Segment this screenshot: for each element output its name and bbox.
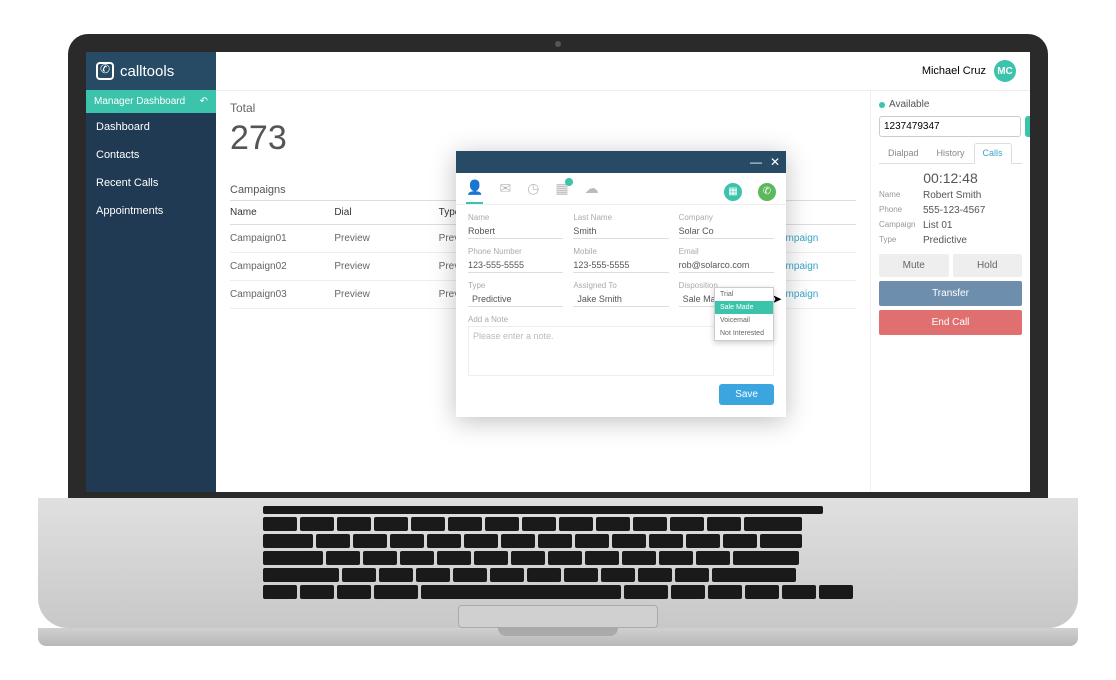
totals-label: Total [230, 101, 856, 115]
dropdown-item-not-interested[interactable]: Not Interested [715, 327, 773, 340]
company-label: Company [679, 213, 774, 222]
end-call-button[interactable]: End Call [879, 310, 1022, 335]
name-label: Name [468, 213, 563, 222]
name-field[interactable]: Robert [468, 224, 563, 239]
call-timer: 00:12:48 [879, 170, 1022, 186]
assigned-label: Assigned To [573, 281, 668, 290]
mail-icon[interactable]: ✉ [499, 180, 511, 203]
dial-input[interactable] [879, 116, 1021, 137]
cell-name: Campaign02 [230, 261, 334, 272]
kv-campaign-value: List 01 [923, 220, 952, 231]
col-dial: Dial [334, 207, 438, 218]
call-icon[interactable]: ✆ [758, 183, 776, 201]
transfer-button[interactable]: Transfer [879, 281, 1022, 306]
cell-name: Campaign01 [230, 233, 334, 244]
tab-history[interactable]: History [928, 143, 974, 163]
dropdown-item-trial[interactable]: Trial [715, 288, 773, 301]
cell-dial: Preview [334, 261, 438, 272]
nav-recent-calls[interactable]: Recent Calls [86, 169, 216, 197]
logo: calltools [86, 52, 216, 90]
mobile-field[interactable]: 123-555-5555 [573, 258, 668, 273]
avatar[interactable]: MC [994, 60, 1016, 82]
status-text: Available [889, 99, 929, 110]
schedule-icon[interactable]: ▦ [724, 183, 742, 201]
dropdown-item-voicemail[interactable]: Voicemail [715, 314, 773, 327]
call-panel: Available Call Dialpad History Calls 00:… [870, 91, 1030, 491]
kv-type-label: Type [879, 235, 923, 246]
kv-campaign-label: Campaign [879, 220, 923, 231]
brand-text: calltools [120, 63, 174, 80]
contact-modal: — ✕ 👤 ✉ ◷ ▦ ☁ ▦ [456, 151, 786, 417]
minimize-icon[interactable]: — [750, 155, 762, 169]
sidebar: calltools Manager Dashboard ↶ Dashboard … [86, 52, 216, 492]
phone-icon [96, 62, 114, 80]
assigned-select[interactable]: Jake Smith [573, 292, 668, 307]
lastname-field[interactable]: Smith [573, 224, 668, 239]
email-label: Email [679, 247, 774, 256]
kv-phone-value: 555-123-4567 [923, 205, 985, 216]
nav-appointments[interactable]: Appointments [86, 197, 216, 225]
cell-dial: Preview [334, 289, 438, 300]
user-name: Michael Cruz [922, 65, 986, 77]
kv-phone-label: Phone [879, 205, 923, 216]
type-label: Type [468, 281, 563, 290]
company-field[interactable]: Solar Co [679, 224, 774, 239]
close-icon[interactable]: ✕ [770, 155, 780, 169]
phone-field[interactable]: 123-555-5555 [468, 258, 563, 273]
manager-label: Manager Dashboard [94, 96, 185, 107]
hold-button[interactable]: Hold [953, 254, 1023, 277]
cloud-icon[interactable]: ☁ [585, 180, 599, 203]
save-button[interactable]: Save [719, 384, 774, 405]
modal-header: — ✕ [456, 151, 786, 173]
topbar: Michael Cruz MC [216, 52, 1030, 91]
nav-contacts[interactable]: Contacts [86, 141, 216, 169]
calendar-icon[interactable]: ▦ [555, 180, 568, 203]
dropdown-item-sale-made[interactable]: Sale Made [715, 301, 773, 314]
col-name: Name [230, 207, 334, 218]
manager-dashboard-button[interactable]: Manager Dashboard ↶ [86, 90, 216, 113]
disposition-dropdown: Trial Sale Made Voicemail Not Interested [714, 287, 774, 341]
kv-name-label: Name [879, 190, 923, 201]
status-dot-icon [879, 102, 885, 108]
tab-dialpad[interactable]: Dialpad [879, 143, 928, 163]
back-icon: ↶ [200, 96, 208, 107]
kv-name-value: Robert Smith [923, 190, 981, 201]
cell-name: Campaign03 [230, 289, 334, 300]
contact-icon[interactable]: 👤 [466, 179, 483, 204]
lastname-label: Last Name [573, 213, 668, 222]
cell-dial: Preview [334, 233, 438, 244]
call-button[interactable]: Call [1025, 116, 1030, 137]
mute-button[interactable]: Mute [879, 254, 949, 277]
tab-calls[interactable]: Calls [974, 143, 1012, 164]
email-field[interactable]: rob@solarco.com [679, 258, 774, 273]
phone-label: Phone Number [468, 247, 563, 256]
clock-icon[interactable]: ◷ [527, 180, 539, 203]
mobile-label: Mobile [573, 247, 668, 256]
kv-type-value: Predictive [923, 235, 967, 246]
type-select[interactable]: Predictive [468, 292, 563, 307]
nav-dashboard[interactable]: Dashboard [86, 113, 216, 141]
